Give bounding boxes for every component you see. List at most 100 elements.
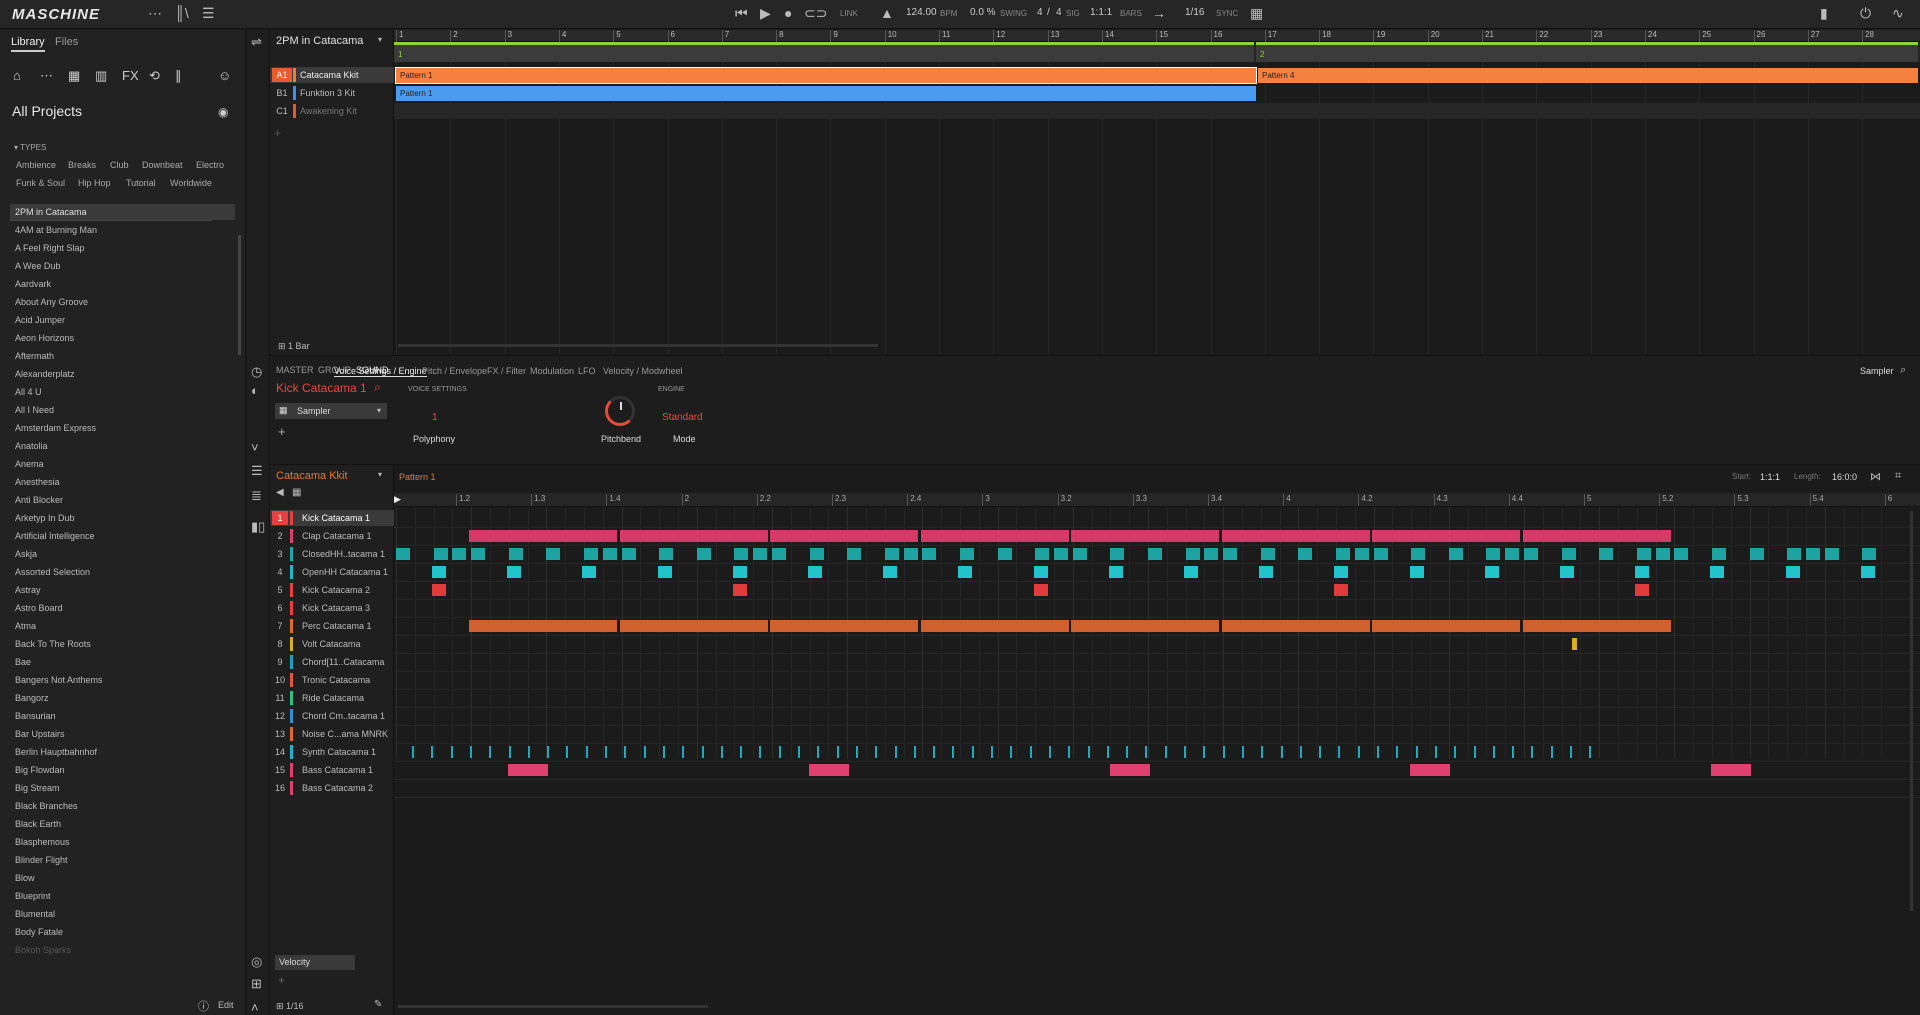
note[interactable] [605,746,607,758]
note[interactable] [621,548,636,560]
project-item[interactable]: Black Branches [10,798,235,814]
type-tag[interactable]: Club [110,160,129,170]
note[interactable] [1106,746,1109,758]
note[interactable] [1010,746,1013,758]
project-item[interactable]: Anatolia [10,438,235,454]
note[interactable] [508,548,523,560]
mode-value[interactable]: Standard [662,412,703,423]
tempo-icon[interactable]: ◷ [251,364,262,380]
project-item[interactable]: A Wee Dub [10,258,235,274]
pattern-view-icon[interactable]: ☰ [251,463,263,479]
note[interactable] [1072,548,1087,560]
note[interactable] [1298,548,1313,560]
note[interactable] [1806,548,1820,560]
note[interactable] [933,746,936,758]
note[interactable] [1635,584,1650,596]
note[interactable] [566,746,569,758]
note[interactable] [643,746,646,758]
sounds-filter-icon[interactable]: ▦ [68,68,80,84]
note[interactable] [1338,746,1341,758]
note[interactable] [1203,746,1206,758]
sound-row[interactable]: 9 Chord[11..Catacama [270,654,394,670]
plugin-slot[interactable]: ▦ Sampler ▾ [275,403,387,419]
note[interactable] [1710,566,1725,578]
sig-num[interactable]: 4 [1037,7,1043,18]
note[interactable] [1334,584,1349,596]
note[interactable] [720,746,723,758]
note[interactable] [971,746,974,758]
project-item[interactable]: Artificial Intelligence [10,528,235,544]
polyphony-value[interactable]: 1 [432,412,438,423]
note[interactable] [1145,746,1148,758]
note[interactable] [732,584,747,596]
note[interactable] [1241,746,1244,758]
note[interactable] [913,746,916,758]
note[interactable] [1862,548,1877,560]
project-item[interactable]: Arketyp In Dub [10,510,235,526]
note[interactable] [1108,566,1123,578]
note[interactable] [602,548,617,560]
note[interactable] [958,566,973,578]
note[interactable] [920,620,1069,632]
type-tag[interactable]: Ambience [16,160,56,170]
note[interactable] [1531,746,1534,758]
note[interactable] [1048,746,1051,758]
user-filter-icon[interactable]: ☺ [218,68,231,83]
project-item[interactable]: Black Earth [10,816,235,832]
menu-dots-icon[interactable]: ⋯ [148,5,162,21]
note[interactable] [1635,566,1650,578]
note[interactable] [585,746,588,758]
note[interactable] [809,548,824,560]
sound-row[interactable]: 15 Bass Catacama 1 [270,762,394,778]
sound-row[interactable]: 2 Clap Catacama 1 [270,528,394,544]
note[interactable] [469,530,617,542]
record-icon[interactable]: ● [784,5,792,21]
note[interactable] [508,764,548,776]
note[interactable] [836,746,839,758]
groups-filter-icon[interactable]: ⋯ [40,68,53,84]
project-item[interactable]: Blasphemous [10,834,235,850]
sound-row[interactable]: 14 Synth Catacama 1 [270,744,394,760]
zoom-icon[interactable]: ⌗ [1895,470,1901,483]
list-view-icon[interactable]: ≣ [251,488,262,504]
expand-icon[interactable]: ˄ [251,1000,259,1015]
note[interactable] [997,548,1012,560]
bpm-value[interactable]: 124.00 [906,7,937,18]
project-item[interactable]: Berlin Hauptbahnhof [10,744,235,760]
type-tag[interactable]: Hip Hop [78,178,111,188]
step-grid-label[interactable]: ⊞ 1/16 [276,1001,304,1012]
project-item[interactable]: Atma [10,618,235,634]
project-item[interactable]: All 4 U [10,384,235,400]
note[interactable] [920,530,1069,542]
param-tab[interactable]: FX / Filter [487,366,526,376]
instrument-filter-icon[interactable]: ▥ [95,68,107,84]
note[interactable] [1336,548,1350,560]
note[interactable] [1505,548,1520,560]
note[interactable] [1448,548,1463,560]
param-tab[interactable]: Modulation [530,366,574,376]
note[interactable] [1711,764,1752,776]
project-item[interactable]: Astro Board [10,600,235,616]
sound-row[interactable]: 11 Ride Catacama [270,690,394,706]
note[interactable] [527,746,530,758]
project-item[interactable]: Bansurian [10,708,235,724]
keyboard-icon[interactable]: ▦ [1250,5,1263,21]
sound-row[interactable]: 3 ClosedHH..tacama 1 [270,546,394,562]
note[interactable] [1029,746,1032,758]
note[interactable] [1411,548,1426,560]
note[interactable] [855,746,858,758]
note[interactable] [1087,746,1090,758]
note[interactable] [1259,566,1274,578]
note[interactable] [753,548,768,560]
note[interactable] [657,566,672,578]
note[interactable] [1319,746,1322,758]
note[interactable] [1824,548,1839,560]
note[interactable] [772,548,786,560]
project-menu-icon[interactable]: ▾ [378,35,382,44]
note[interactable] [1222,746,1225,758]
sound-row[interactable]: 5 Kick Catacama 2 [270,582,394,598]
note[interactable] [1561,548,1576,560]
note[interactable] [1785,566,1800,578]
note[interactable] [847,548,862,560]
follow-icon[interactable]: → [1152,5,1166,21]
